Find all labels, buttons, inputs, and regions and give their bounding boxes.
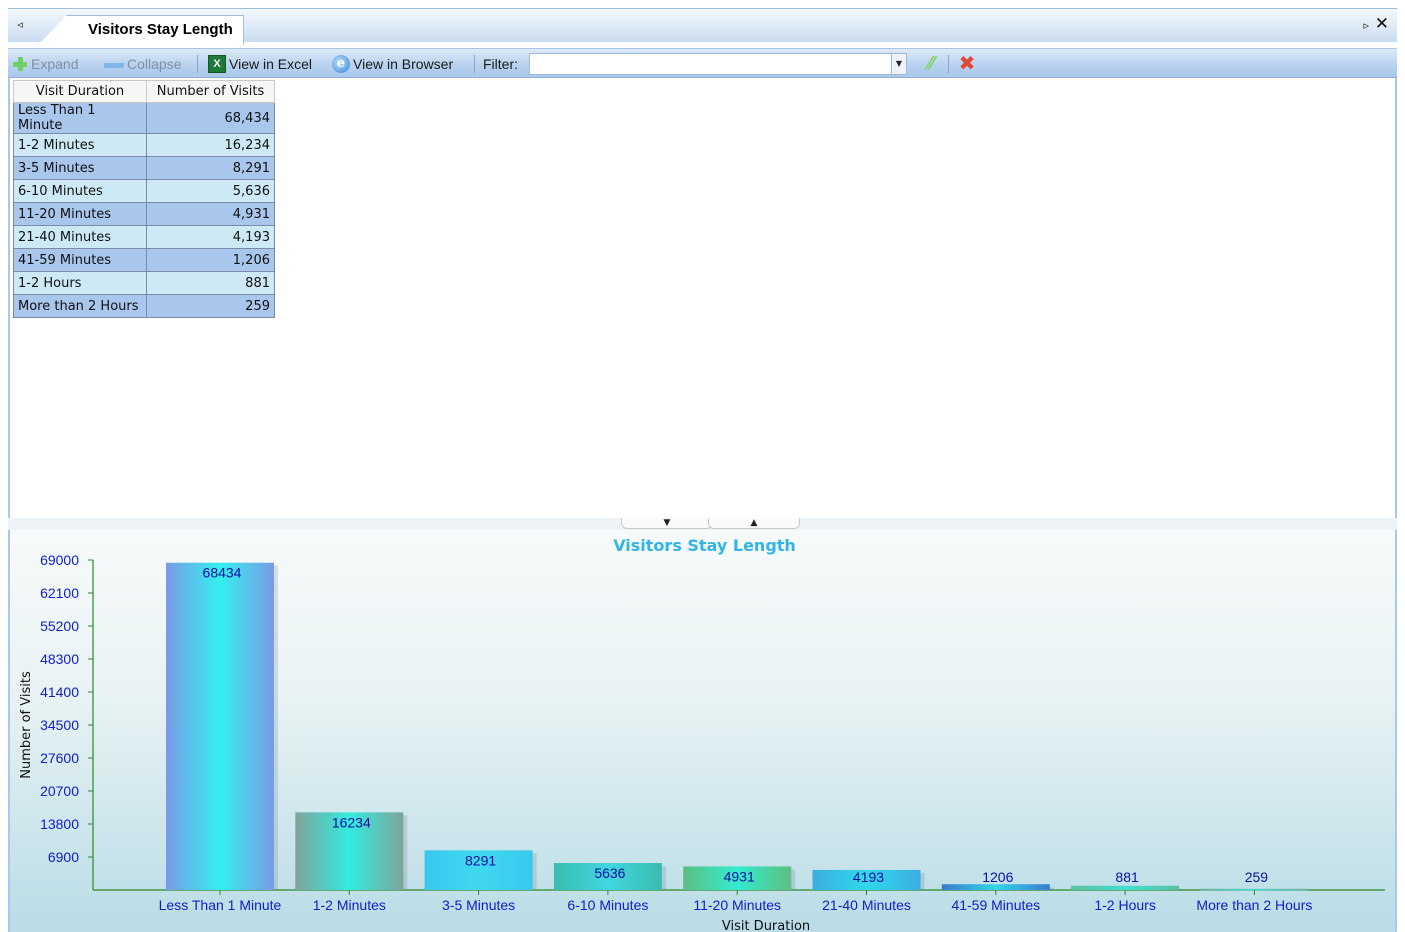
x-tick-label: 21-40 Minutes <box>822 897 911 913</box>
minus-icon <box>104 62 124 68</box>
table-row[interactable]: 1-2 Minutes 16,234 <box>13 133 275 157</box>
table-row[interactable]: 21-40 Minutes 4,193 <box>13 225 275 249</box>
y-tick-label: 62100 <box>40 585 79 601</box>
filter-label: Filter: <box>483 53 518 75</box>
y-tick-label: 34500 <box>40 717 79 733</box>
x-tick-label: 1-2 Minutes <box>313 897 386 913</box>
cell-visit-duration[interactable]: 41-59 Minutes <box>13 248 147 272</box>
y-tick-label: 13800 <box>40 816 79 832</box>
close-icon[interactable]: ✕ <box>1375 15 1389 33</box>
cell-number-of-visits[interactable]: 8,291 <box>146 156 275 180</box>
data-label: 1206 <box>982 869 1013 885</box>
cell-visit-duration[interactable]: More than 2 Hours <box>13 294 147 318</box>
internet-explorer-icon: e <box>332 55 350 73</box>
grid-body: Less Than 1 Minute 68,434 1-2 Minutes 16,23… <box>13 102 275 318</box>
y-axis-title: Number of Visits <box>19 671 34 779</box>
tab-title: Visitors Stay Length <box>88 21 233 38</box>
y-tick-label: 55200 <box>40 618 79 634</box>
app-window: ◃ Visitors Stay Length ▹ ✕ Expand Collap… <box>0 0 1405 932</box>
cell-visit-duration[interactable]: 11-20 Minutes <box>13 202 147 226</box>
x-tick-label: 11-20 Minutes <box>693 897 781 913</box>
cell-visit-duration[interactable]: 3-5 Minutes <box>13 156 147 180</box>
cell-visit-duration[interactable]: 1-2 Minutes <box>13 133 147 157</box>
data-label: 5636 <box>594 865 625 881</box>
table-row[interactable]: 11-20 Minutes 4,931 <box>13 202 275 226</box>
view-in-excel-button[interactable]: X View in Excel <box>208 53 312 75</box>
cell-number-of-visits[interactable]: 5,636 <box>146 179 275 203</box>
filter-label-text: Filter: <box>483 56 518 72</box>
tab-scroll-right-icon[interactable]: ▹ <box>1363 19 1369 32</box>
data-label: 16234 <box>332 814 371 830</box>
data-grid: Visit Duration Number of Visits Less Tha… <box>13 80 275 318</box>
expand-label: Expand <box>31 56 79 72</box>
bar <box>941 884 1050 890</box>
data-label: 8291 <box>465 852 496 868</box>
collapse-down-icon[interactable]: ▼ <box>621 518 713 529</box>
pane-splitter[interactable]: ▼ ▲ <box>8 518 1397 530</box>
tab-scroll-left-icon[interactable]: ◃ <box>12 17 28 33</box>
x-tick-label: 41-59 Minutes <box>951 897 1040 913</box>
toolbar-separator <box>474 55 475 73</box>
bar <box>166 562 274 890</box>
y-tick-label: 20700 <box>40 783 79 799</box>
cell-number-of-visits[interactable]: 4,193 <box>146 225 275 249</box>
grid-header-row: Visit Duration Number of Visits <box>13 80 275 103</box>
toolbar-separator <box>948 55 949 73</box>
column-header-number-of-visits[interactable]: Number of Visits <box>146 80 275 103</box>
view-in-excel-label: View in Excel <box>229 56 313 72</box>
data-label: 4193 <box>853 869 884 885</box>
y-tick-label: 48300 <box>40 651 79 667</box>
toolbar: Expand Collapse X View in Excel e View i… <box>8 48 1397 78</box>
table-row[interactable]: 41-59 Minutes 1,206 <box>13 248 275 272</box>
y-tick-label: 27600 <box>40 750 79 766</box>
collapse-button[interactable]: Collapse <box>104 53 181 75</box>
column-header-visit-duration[interactable]: Visit Duration <box>13 80 147 103</box>
y-tick-label: 69000 <box>40 552 79 568</box>
toolbar-separator <box>197 55 198 73</box>
x-tick-label: 1-2 Hours <box>1094 897 1155 913</box>
cell-visit-duration[interactable]: 21-40 Minutes <box>13 225 147 249</box>
x-tick-label: More than 2 Hours <box>1196 897 1312 913</box>
cell-number-of-visits[interactable]: 259 <box>146 294 275 318</box>
x-tick-label: Less Than 1 Minute <box>159 897 282 913</box>
cell-number-of-visits[interactable]: 16,234 <box>146 133 275 157</box>
apply-filter-icon[interactable]: ⁄⁄ <box>920 53 942 75</box>
table-row[interactable]: 1-2 Hours 881 <box>13 271 275 295</box>
data-label: 881 <box>1115 869 1139 885</box>
view-in-browser-button[interactable]: e View in Browser <box>332 53 453 75</box>
filter-dropdown-icon[interactable]: ▼ <box>891 53 907 75</box>
data-label: 4931 <box>724 868 755 884</box>
tab-strip: ◃ Visitors Stay Length ▹ ✕ <box>8 8 1397 45</box>
cell-visit-duration[interactable]: 6-10 Minutes <box>13 179 147 203</box>
table-row[interactable]: More than 2 Hours 259 <box>13 294 275 318</box>
expand-button[interactable]: Expand <box>12 53 78 75</box>
bar <box>1071 885 1180 890</box>
cell-visit-duration[interactable]: 1-2 Hours <box>13 271 147 295</box>
cell-number-of-visits[interactable]: 4,931 <box>146 202 275 226</box>
view-in-browser-label: View in Browser <box>353 56 454 72</box>
cell-visit-duration[interactable]: Less Than 1 Minute <box>13 102 147 134</box>
table-row[interactable]: Less Than 1 Minute 68,434 <box>13 102 275 134</box>
data-label: 259 <box>1245 869 1269 885</box>
x-axis-title: Visit Duration <box>722 919 810 932</box>
collapse-up-icon[interactable]: ▲ <box>708 518 800 529</box>
y-tick-label: 41400 <box>40 684 79 700</box>
data-grid-pane: Visit Duration Number of Visits Less Tha… <box>8 78 1397 520</box>
table-row[interactable]: 3-5 Minutes 8,291 <box>13 156 275 180</box>
bar-chart: 6900 13800 20700 27600 34500 41400 48300 55200 6… <box>19 552 1385 932</box>
clear-filter-icon[interactable]: ✖ <box>956 52 978 74</box>
x-tick-label: 6-10 Minutes <box>567 897 648 913</box>
chart-pane: Visitors Stay Length 6900 13800 20700 27600… <box>8 530 1397 932</box>
y-tick-label: 6900 <box>48 849 79 865</box>
cell-number-of-visits[interactable]: 68,434 <box>146 102 275 134</box>
collapse-label: Collapse <box>127 56 182 72</box>
excel-icon: X <box>208 55 226 73</box>
cell-number-of-visits[interactable]: 1,206 <box>146 248 275 272</box>
data-label: 68434 <box>203 565 242 581</box>
cell-number-of-visits[interactable]: 881 <box>146 271 275 295</box>
table-row[interactable]: 6-10 Minutes 5,636 <box>13 179 275 203</box>
filter-input[interactable] <box>529 53 893 75</box>
plus-icon <box>12 56 28 72</box>
x-tick-label: 3-5 Minutes <box>442 897 515 913</box>
